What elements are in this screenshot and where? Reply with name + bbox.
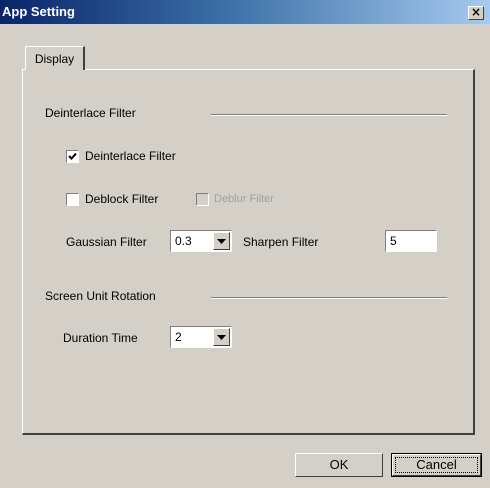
tab-panel <box>22 69 475 435</box>
sharpen-filter-label: Sharpen Filter <box>243 235 319 249</box>
close-button[interactable]: × <box>468 6 484 20</box>
gaussian-filter-dropdown-button[interactable] <box>213 232 230 250</box>
group-header-deinterlace: Deinterlace Filter <box>45 106 136 120</box>
deinterlace-filter-label[interactable]: Deinterlace Filter <box>85 149 176 163</box>
title-bar: App Setting × <box>0 0 490 24</box>
cancel-button-label: Cancel <box>416 457 457 472</box>
chevron-down-icon <box>217 239 226 244</box>
chevron-down-icon <box>217 335 226 340</box>
tab-display[interactable]: Display <box>25 46 85 70</box>
gaussian-filter-value: 0.3 <box>175 234 192 248</box>
gaussian-filter-select[interactable]: 0.3 <box>170 230 232 252</box>
deblock-filter-checkbox[interactable] <box>66 193 79 206</box>
cancel-button[interactable]: Cancel <box>391 453 482 477</box>
deblur-filter-label[interactable]: Deblur Filter <box>214 193 274 205</box>
sharpen-filter-value: 5 <box>390 234 397 248</box>
deinterlace-filter-checkbox[interactable] <box>66 150 79 163</box>
window-title: App Setting <box>2 4 75 19</box>
deblock-filter-label[interactable]: Deblock Filter <box>85 192 158 206</box>
duration-time-label: Duration Time <box>63 331 138 345</box>
ok-button[interactable]: OK <box>295 453 383 477</box>
divider <box>211 297 447 299</box>
deblur-filter-checkbox[interactable] <box>196 193 209 206</box>
gaussian-filter-label: Gaussian Filter <box>66 235 147 249</box>
checkmark-icon <box>68 152 77 160</box>
sharpen-filter-input[interactable]: 5 <box>385 230 437 252</box>
group-header-rotation: Screen Unit Rotation <box>45 289 156 303</box>
duration-time-dropdown-button[interactable] <box>213 328 230 346</box>
duration-time-select[interactable]: 2 <box>170 326 232 348</box>
close-icon: × <box>470 5 482 19</box>
duration-time-value: 2 <box>175 330 182 344</box>
divider <box>211 114 447 116</box>
